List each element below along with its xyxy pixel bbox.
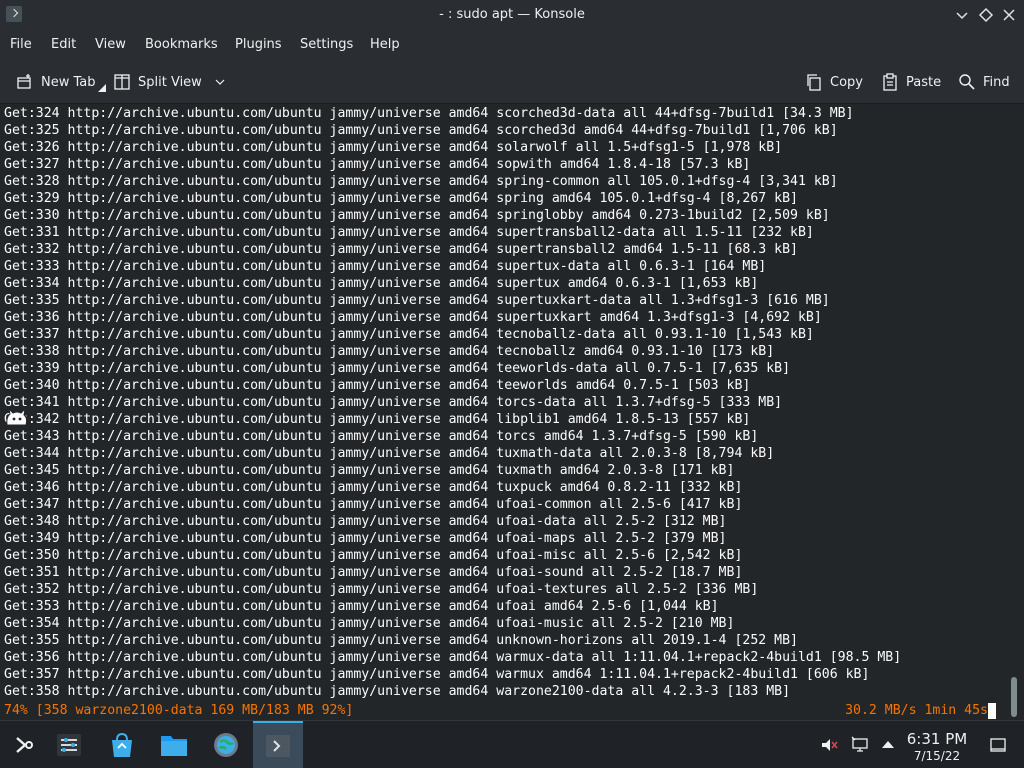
steamdeck-launcher-icon xyxy=(16,737,33,753)
new-tab-button[interactable]: New Tab xyxy=(16,72,106,92)
minimize-button[interactable] xyxy=(953,6,971,24)
terminal-line: Get:349 http://archive.ubuntu.com/ubuntu… xyxy=(4,531,727,546)
task-browser[interactable] xyxy=(203,721,249,768)
terminal-line: Get:334 http://archive.ubuntu.com/ubuntu… xyxy=(4,276,759,291)
tray-expand-icon[interactable] xyxy=(879,736,897,754)
split-view-icon xyxy=(114,74,130,90)
terminal-line: Get:339 http://archive.ubuntu.com/ubuntu… xyxy=(4,361,791,376)
terminal-line: Get:352 http://archive.ubuntu.com/ubuntu… xyxy=(4,582,759,597)
menu-plugins[interactable]: Plugins xyxy=(235,37,282,52)
task-system-settings[interactable] xyxy=(46,721,92,768)
paste-icon xyxy=(883,73,897,91)
terminal-output[interactable]: Get:324 http://archive.ubuntu.com/ubuntu… xyxy=(0,105,1004,720)
dropdown-corner-icon xyxy=(97,84,106,92)
task-discover[interactable] xyxy=(99,721,145,768)
menu-help[interactable]: Help xyxy=(370,37,400,52)
menu-edit[interactable]: Edit xyxy=(51,37,76,52)
paste-button[interactable]: Paste xyxy=(881,72,941,92)
terminal-line: Get:346 http://archive.ubuntu.com/ubuntu… xyxy=(4,480,743,495)
copy-icon xyxy=(807,74,821,91)
terminal-line: Get:341 http://archive.ubuntu.com/ubuntu… xyxy=(4,395,783,410)
maximize-button[interactable] xyxy=(977,6,995,24)
terminal-line: Get:355 http://archive.ubuntu.com/ubuntu… xyxy=(4,633,798,648)
terminal-line: Get:330 http://archive.ubuntu.com/ubuntu… xyxy=(4,208,830,223)
toolbar: New Tab Split View Copy Paste Find xyxy=(0,60,1024,104)
clock-time[interactable]: 6:31 PM xyxy=(900,730,974,748)
cat-cursor-icon xyxy=(6,407,28,426)
terminal-line: Get:331 http://archive.ubuntu.com/ubuntu… xyxy=(4,225,814,240)
copy-button[interactable]: Copy xyxy=(805,72,863,92)
apt-download-speed: 30.2 MB/s 1min 45s xyxy=(845,703,988,718)
clock-date[interactable]: 7/15/22 xyxy=(900,749,974,763)
diamond-icon xyxy=(978,7,994,23)
terminal-line: Get:337 http://archive.ubuntu.com/ubuntu… xyxy=(4,327,814,342)
menu-settings[interactable]: Settings xyxy=(300,37,353,52)
terminal-line: Get:335 http://archive.ubuntu.com/ubuntu… xyxy=(4,293,830,308)
apt-progress-status: 74% [358 warzone2100-data 169 MB/183 MB … xyxy=(4,703,354,718)
terminal-line: Get:345 http://archive.ubuntu.com/ubuntu… xyxy=(4,463,735,478)
terminal-line: Get:324 http://archive.ubuntu.com/ubuntu… xyxy=(4,106,854,121)
title-bar: - : sudo apt — Konsole xyxy=(0,0,1024,30)
scrollbar-thumb[interactable] xyxy=(1011,677,1017,717)
network-wired-icon[interactable] xyxy=(851,736,869,754)
terminal-line: Get:329 http://archive.ubuntu.com/ubuntu… xyxy=(4,191,798,206)
new-tab-label: New Tab xyxy=(41,74,96,90)
terminal-cursor xyxy=(988,703,996,719)
terminal-line: Get:326 http://archive.ubuntu.com/ubuntu… xyxy=(4,140,783,155)
terminal-line: Get:354 http://archive.ubuntu.com/ubuntu… xyxy=(4,616,735,631)
terminal-line: Get:358 http://archive.ubuntu.com/ubuntu… xyxy=(4,684,791,699)
application-launcher-button[interactable] xyxy=(0,721,46,768)
find-label: Find xyxy=(983,74,1010,90)
window-title: - : sudo apt — Konsole xyxy=(439,7,585,22)
terminal-line: Get:328 http://archive.ubuntu.com/ubuntu… xyxy=(4,174,838,189)
terminal-line: Get:351 http://archive.ubuntu.com/ubuntu… xyxy=(4,565,743,580)
terminal-line: Get:356 http://archive.ubuntu.com/ubuntu… xyxy=(4,650,902,665)
terminal-line: Get:343 http://archive.ubuntu.com/ubuntu… xyxy=(4,429,759,444)
terminal-line: Get:340 http://archive.ubuntu.com/ubuntu… xyxy=(4,378,751,393)
terminal-scrollbar[interactable] xyxy=(1004,105,1024,720)
volume-muted-icon[interactable] xyxy=(820,736,838,754)
menu-file[interactable]: File xyxy=(10,37,32,52)
paste-label: Paste xyxy=(906,74,942,90)
terminal-line: Get:325 http://archive.ubuntu.com/ubuntu… xyxy=(4,123,838,138)
chevron-down-icon xyxy=(956,12,968,20)
terminal-line: Get:357 http://archive.ubuntu.com/ubuntu… xyxy=(4,667,870,682)
terminal-line: Get:336 http://archive.ubuntu.com/ubuntu… xyxy=(4,310,822,325)
terminal-line: Get:338 http://archive.ubuntu.com/ubuntu… xyxy=(4,344,775,359)
task-konsole[interactable] xyxy=(253,721,303,768)
terminal-line: Get:327 http://archive.ubuntu.com/ubuntu… xyxy=(4,157,751,172)
chevron-down-icon xyxy=(215,79,225,85)
terminal-line: Get:342 http://archive.ubuntu.com/ubuntu… xyxy=(4,412,751,427)
split-view-button[interactable]: Split View xyxy=(113,72,226,92)
terminal-line: Get:332 http://archive.ubuntu.com/ubuntu… xyxy=(4,242,798,257)
terminal-line: Get:344 http://archive.ubuntu.com/ubuntu… xyxy=(4,446,775,461)
globe-gear-icon xyxy=(214,733,238,757)
folder-icon xyxy=(161,736,187,756)
task-dolphin-file-manager[interactable] xyxy=(151,721,197,768)
settings-sliders-icon xyxy=(57,734,81,756)
terminal-line: Get:348 http://archive.ubuntu.com/ubuntu… xyxy=(4,514,727,529)
search-icon xyxy=(959,74,975,90)
close-icon xyxy=(1003,9,1015,21)
find-button[interactable]: Find xyxy=(958,72,1010,92)
terminal-line: Get:333 http://archive.ubuntu.com/ubuntu… xyxy=(4,259,767,274)
split-view-label: Split View xyxy=(138,74,202,90)
terminal-icon xyxy=(266,735,290,757)
new-tab-icon xyxy=(17,74,31,89)
terminal-line: Get:350 http://archive.ubuntu.com/ubuntu… xyxy=(4,548,743,563)
menu-view[interactable]: View xyxy=(95,37,126,52)
shopping-bag-icon xyxy=(112,732,132,757)
terminal-line: Get:353 http://archive.ubuntu.com/ubuntu… xyxy=(4,599,719,614)
terminal-line: Get:347 http://archive.ubuntu.com/ubuntu… xyxy=(4,497,743,512)
taskbar: 6:31 PM 7/15/22 xyxy=(0,720,1024,768)
menu-bookmarks[interactable]: Bookmarks xyxy=(145,37,218,52)
copy-label: Copy xyxy=(830,74,863,90)
menu-bar: File Edit View Bookmarks Plugins Setting… xyxy=(0,30,1024,60)
close-button[interactable] xyxy=(1000,6,1018,24)
show-desktop-icon[interactable] xyxy=(989,736,1007,754)
